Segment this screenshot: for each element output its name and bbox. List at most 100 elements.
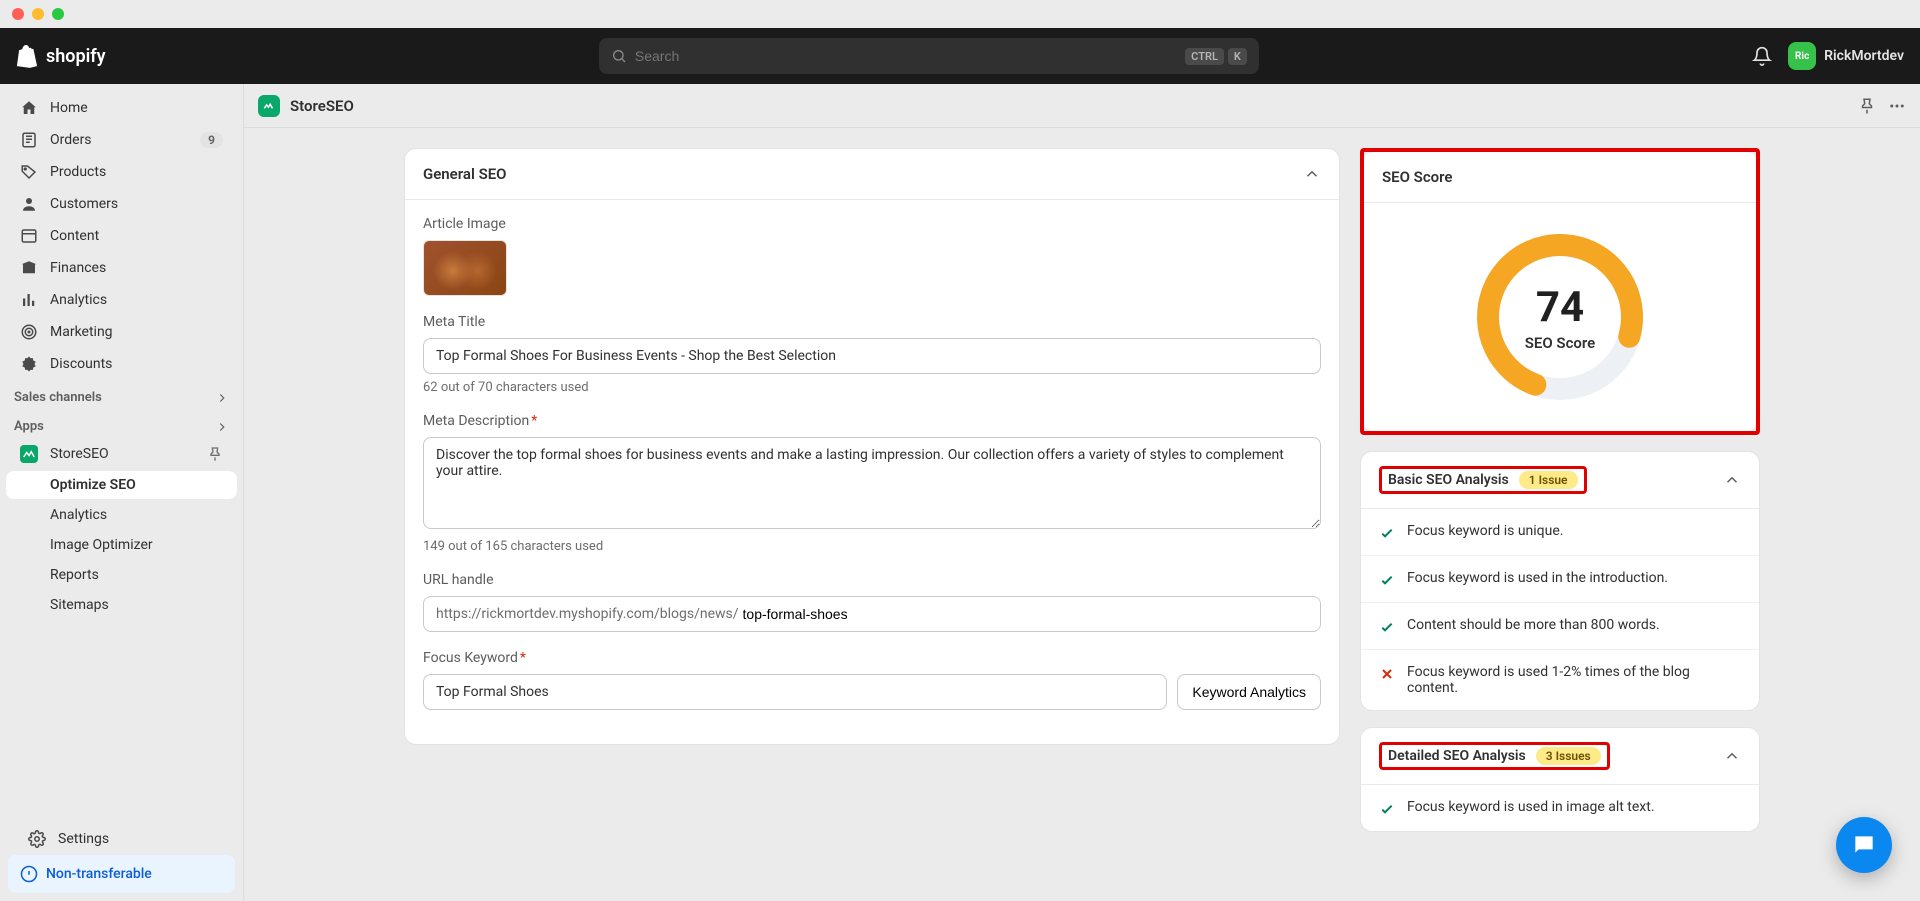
basic-seo-header[interactable]: Basic SEO Analysis 1 Issue (1361, 452, 1759, 509)
nav-content[interactable]: Content (6, 221, 237, 251)
window-chrome (0, 0, 1920, 28)
meta-title-field: Meta Title 62 out of 70 characters used (423, 314, 1321, 395)
url-slug-input[interactable] (739, 597, 1320, 631)
search-input[interactable] (635, 48, 1185, 64)
basic-seo-row: Focus keyword is unique. (1361, 509, 1759, 555)
article-image-thumbnail[interactable] (423, 240, 507, 296)
nav-customers[interactable]: Customers (6, 189, 237, 219)
section-label: Apps (14, 419, 44, 434)
subnav-analytics[interactable]: Analytics (6, 501, 237, 529)
subnav-optimize-seo[interactable]: Optimize SEO (6, 471, 237, 499)
general-seo-header[interactable]: General SEO (405, 149, 1339, 200)
target-icon (20, 323, 38, 341)
focus-keyword-label: Focus Keyword* (423, 650, 1321, 666)
non-transferable-banner[interactable]: Non-transferable (8, 855, 235, 893)
nav-finances[interactable]: Finances (6, 253, 237, 283)
basic-seo-card: Basic SEO Analysis 1 Issue Focus keyword… (1360, 451, 1760, 711)
main: StoreSEO General SEO Article Image (244, 84, 1920, 901)
nav-marketing[interactable]: Marketing (6, 317, 237, 347)
nav-label: Analytics (50, 292, 107, 308)
gear-icon (28, 830, 46, 848)
nav-orders[interactable]: Orders 9 (6, 125, 237, 155)
seo-score-value: 74 (1536, 283, 1584, 332)
seo-score-label: SEO Score (1525, 334, 1595, 352)
check-icon (1379, 619, 1395, 635)
chevron-up-icon (1303, 165, 1321, 183)
settings-label: Settings (58, 831, 109, 847)
subnav-label: Analytics (50, 507, 107, 523)
focus-keyword-input[interactable] (423, 674, 1167, 710)
non-transferable-label: Non-transferable (46, 866, 152, 882)
meta-title-input[interactable] (423, 338, 1321, 374)
pin-page-icon[interactable] (1858, 97, 1876, 115)
basic-seo-row: Focus keyword is used 1-2% times of the … (1361, 649, 1759, 710)
user-name: RickMortdev (1824, 48, 1904, 64)
global-search[interactable]: CTRL K (599, 38, 1259, 74)
sidebar: Home Orders 9 Products Customers Content… (0, 84, 244, 901)
pin-icon[interactable] (207, 446, 223, 462)
detailed-seo-header[interactable]: Detailed SEO Analysis 3 Issues (1361, 728, 1759, 785)
subnav-label: Reports (50, 567, 99, 583)
orders-badge: 9 (200, 132, 223, 148)
search-shortcut: CTRL K (1185, 48, 1247, 65)
nav-label: Customers (50, 196, 118, 212)
meta-description-label: Meta Description* (423, 413, 1321, 429)
avatar: Ric (1788, 42, 1816, 70)
seo-score-header: SEO Score (1364, 152, 1756, 203)
seo-score-gauge: 74 SEO Score (1470, 227, 1650, 407)
check-icon (1379, 525, 1395, 541)
more-icon[interactable] (1888, 97, 1906, 115)
url-prefix: https://rickmortdev.myshopify.com/blogs/… (424, 597, 739, 631)
nav-analytics[interactable]: Analytics (6, 285, 237, 315)
issue-text: Focus keyword is used in image alt text. (1407, 799, 1655, 815)
subnav-label: Image Optimizer (50, 537, 153, 553)
focus-keyword-field: Focus Keyword* Keyword Analytics (423, 650, 1321, 710)
basic-seo-title: Basic SEO Analysis (1388, 472, 1509, 488)
nav-products[interactable]: Products (6, 157, 237, 187)
page-title: StoreSEO (290, 97, 354, 115)
general-seo-card: General SEO Article Image Meta Title 62 … (404, 148, 1340, 745)
sales-channels-section[interactable]: Sales channels (0, 380, 243, 409)
subnav-reports[interactable]: Reports (6, 561, 237, 589)
header-right: Ric RickMortdev (1752, 42, 1904, 70)
chevron-right-icon (215, 420, 229, 434)
nav-label: Products (50, 164, 106, 180)
chevron-up-icon (1723, 747, 1741, 765)
nav-home[interactable]: Home (6, 93, 237, 123)
subnav-sitemaps[interactable]: Sitemaps (6, 591, 237, 619)
meta-description-input[interactable] (423, 437, 1321, 529)
minimize-window-icon[interactable] (32, 8, 44, 20)
issue-text: Focus keyword is used in the introductio… (1407, 570, 1668, 586)
page-header: StoreSEO (244, 84, 1920, 128)
kbd-k: K (1228, 48, 1247, 65)
maximize-window-icon[interactable] (52, 8, 64, 20)
close-window-icon[interactable] (12, 8, 24, 20)
top-header: shopify CTRL K Ric RickMortdev (0, 28, 1920, 84)
subnav-label: Sitemaps (50, 597, 109, 613)
apps-section[interactable]: Apps (0, 409, 243, 438)
kbd-ctrl: CTRL (1185, 48, 1224, 65)
check-icon (1379, 572, 1395, 588)
detailed-seo-issue-pill: 3 Issues (1536, 747, 1601, 765)
app-storeseo[interactable]: StoreSEO (6, 439, 237, 469)
url-handle-label: URL handle (423, 572, 1321, 588)
nav-label: Marketing (50, 324, 113, 340)
user-menu[interactable]: Ric RickMortdev (1788, 42, 1904, 70)
brand-name: shopify (46, 46, 106, 67)
detailed-seo-row: Focus keyword is used in image alt text. (1361, 785, 1759, 831)
nav-settings[interactable]: Settings (14, 824, 229, 854)
basic-seo-highlight-frame: Basic SEO Analysis 1 Issue (1379, 466, 1587, 494)
subnav-image-optimizer[interactable]: Image Optimizer (6, 531, 237, 559)
storeseo-app-icon (20, 445, 38, 463)
notifications-icon[interactable] (1752, 46, 1772, 66)
meta-title-label: Meta Title (423, 314, 1321, 330)
nav-discounts[interactable]: Discounts (6, 349, 237, 379)
nav-label: Home (50, 100, 88, 116)
detailed-seo-title: Detailed SEO Analysis (1388, 748, 1526, 764)
finances-icon (20, 259, 38, 277)
meta-description-helper: 149 out of 165 characters used (423, 539, 1321, 554)
chat-fab[interactable] (1836, 817, 1892, 873)
shopify-logo[interactable]: shopify (16, 44, 106, 68)
keyword-analytics-button[interactable]: Keyword Analytics (1177, 674, 1321, 710)
storeseo-badge-icon (258, 95, 280, 117)
